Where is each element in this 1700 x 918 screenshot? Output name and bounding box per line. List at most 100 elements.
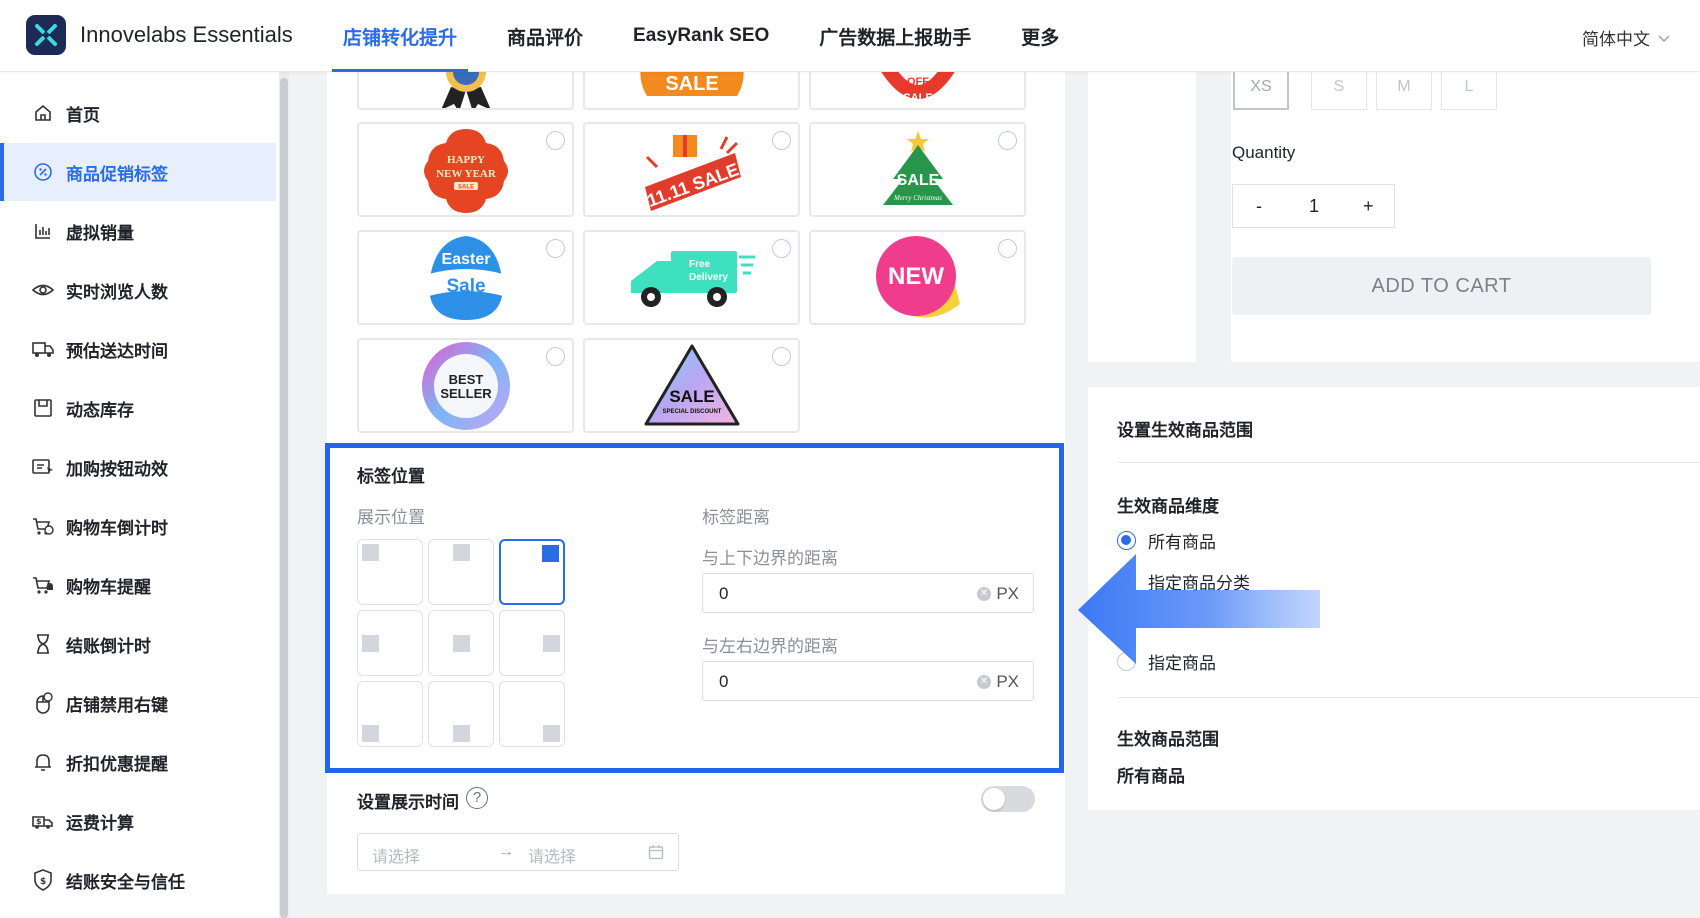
unit-suffix: PX [996, 672, 1019, 691]
bar-chart-icon [32, 220, 54, 242]
help-icon[interactable]: ? [466, 787, 488, 809]
unit-suffix: PX [996, 584, 1019, 603]
position-marker [362, 635, 379, 652]
sticker-radio[interactable] [772, 239, 791, 258]
horizontal-distance-input[interactable]: 0 ✕ PX [702, 661, 1034, 701]
triangle-sale-sticker-icon: SALE SPECIAL DISCOUNT [644, 344, 739, 425]
nav-tab-reviews[interactable]: 商品评价 [482, 0, 608, 72]
sidebar-item-shipping-calc[interactable]: $ 运费计算 [0, 792, 276, 850]
sticker-radio[interactable] [772, 347, 791, 366]
size-option-s[interactable]: S [1311, 72, 1367, 110]
clear-icon[interactable]: ✕ [977, 675, 991, 689]
position-top-center[interactable] [428, 539, 494, 605]
sticker-option-sale-special-discount[interactable]: SALE SPECIAL DISCOUNT [583, 338, 800, 433]
start-date-placeholder[interactable]: 请选择 [372, 843, 420, 867]
position-marker [542, 545, 559, 562]
position-bottom-center[interactable] [428, 681, 494, 747]
toggle-knob [983, 788, 1005, 810]
sidebar-item-label: 商品促销标签 [66, 164, 168, 184]
sidebar-item-disable-right-click[interactable]: 店铺禁用右键 [0, 674, 276, 732]
sidebar-item-cart-button-animation[interactable]: 加购按钮动效 [0, 438, 276, 496]
sidebar-item-delivery-time[interactable]: 预估送达时间 [0, 320, 276, 378]
calendar-icon[interactable] [648, 844, 664, 865]
sidebar-item-label: 实时浏览人数 [66, 282, 168, 302]
vertical-distance-input[interactable]: 0 ✕ PX [702, 573, 1034, 613]
scrollbar-thumb[interactable] [280, 78, 288, 918]
badge-percent-icon [32, 161, 54, 183]
nav-tab-more[interactable]: 更多 [996, 0, 1084, 72]
dimension-title: 生效商品维度 [1117, 497, 1219, 516]
quantity-decrement-button[interactable]: - [1256, 196, 1262, 217]
sticker-option-happy-new-year[interactable]: HAPPY NEW YEAR SALE [357, 122, 574, 217]
sidebar-item-promo-labels[interactable]: 商品促销标签 [0, 143, 276, 201]
quantity-increment-button[interactable]: + [1363, 196, 1374, 217]
date-range-picker[interactable]: 请选择 → 请选择 [357, 833, 679, 871]
sticker-radio[interactable] [546, 131, 565, 150]
sidebar-scrollbar[interactable] [279, 72, 289, 918]
preview-divider [1196, 72, 1231, 362]
free-delivery-truck-icon: Free Delivery [630, 250, 755, 307]
size-option-m[interactable]: M [1376, 72, 1432, 110]
cart-bell-icon [32, 574, 54, 596]
sticker-text: HAPPY [447, 154, 485, 166]
sticker-radio[interactable] [546, 239, 565, 258]
sticker-option-new[interactable]: NEW [809, 230, 1026, 325]
inventory-icon [32, 397, 54, 419]
position-marker [543, 635, 560, 652]
sticker-option-1111-sale[interactable]: 11.11 SALE [583, 122, 800, 217]
app-logo-icon[interactable] [26, 15, 66, 55]
quantity-stepper[interactable]: - 1 + [1232, 184, 1395, 228]
sticker-text: SALE [665, 73, 718, 95]
divider [1117, 462, 1700, 463]
sticker-option-christmas-sale[interactable]: SALE Merry Christmas [809, 122, 1026, 217]
christmas-tree-sticker-icon: SALE Merry Christmas [882, 130, 953, 205]
sticker-radio[interactable] [998, 239, 1017, 258]
position-middle-right[interactable] [499, 610, 565, 676]
position-middle-left[interactable] [357, 610, 423, 676]
sidebar-item-checkout-countdown[interactable]: 结账倒计时 [0, 615, 276, 673]
easter-egg-sticker-icon: Easter Sale [428, 235, 503, 320]
sticker-option-free-delivery[interactable]: Free Delivery [583, 230, 800, 325]
sticker-radio[interactable] [998, 131, 1017, 150]
nav-tab-ads-report[interactable]: 广告数据上报助手 [794, 0, 996, 72]
position-top-right[interactable] [499, 539, 565, 605]
sidebar-item-home[interactable]: 首页 [0, 84, 276, 142]
sidebar-item-cart-countdown[interactable]: 购物车倒计时 [0, 497, 276, 555]
sidebar-item-label: 运费计算 [66, 813, 134, 833]
language-selector[interactable]: 简体中文 [1582, 25, 1670, 50]
sidebar-item-live-viewers[interactable]: 实时浏览人数 [0, 261, 276, 319]
nav-tab-easyrank-seo[interactable]: EasyRank SEO [608, 0, 794, 72]
sticker-radio[interactable] [546, 347, 565, 366]
sticker-option-best-seller[interactable]: BEST SELLER [357, 338, 574, 433]
sidebar-item-label: 动态库存 [66, 400, 134, 420]
sticker-option-easter-sale[interactable]: Easter Sale [357, 230, 574, 325]
sidebar-item-virtual-sales[interactable]: 虚拟销量 [0, 202, 276, 260]
bell-icon [32, 751, 54, 773]
size-option-xs[interactable]: XS [1233, 72, 1289, 110]
display-time-toggle[interactable] [981, 786, 1035, 812]
quantity-value[interactable]: 1 [1309, 196, 1319, 217]
nav-tab-conversion[interactable]: 店铺转化提升 [318, 0, 482, 72]
sidebar-item-discount-reminder[interactable]: 折扣优惠提醒 [0, 733, 276, 791]
sidebar-item-cart-reminder[interactable]: 购物车提醒 [0, 556, 276, 614]
range-value: 所有商品 [1117, 767, 1185, 786]
language-label: 简体中文 [1582, 30, 1650, 49]
range-title: 生效商品范围 [1117, 730, 1219, 749]
sidebar-item-checkout-trust[interactable]: $ 结账安全与信任 [0, 851, 276, 909]
position-center[interactable] [428, 610, 494, 676]
size-option-l[interactable]: L [1441, 72, 1497, 110]
shipping-fee-icon: $ [32, 810, 54, 832]
position-top-left[interactable] [357, 539, 423, 605]
quantity-label: Quantity [1232, 143, 1296, 162]
sticker-radio[interactable] [772, 131, 791, 150]
sidebar: 首页 商品促销标签 虚拟销量 实时浏览人数 预估送达时间 动态库存 加购按钮动效… [0, 72, 282, 918]
sticker-text: NEW [888, 263, 944, 290]
position-marker [453, 544, 470, 561]
position-marker [453, 725, 470, 742]
add-to-cart-button[interactable]: ADD TO CART [1232, 257, 1651, 315]
position-bottom-left[interactable] [357, 681, 423, 747]
clear-icon[interactable]: ✕ [977, 587, 991, 601]
end-date-placeholder[interactable]: 请选择 [528, 843, 576, 867]
position-bottom-right[interactable] [499, 681, 565, 747]
sidebar-item-dynamic-inventory[interactable]: 动态库存 [0, 379, 276, 437]
